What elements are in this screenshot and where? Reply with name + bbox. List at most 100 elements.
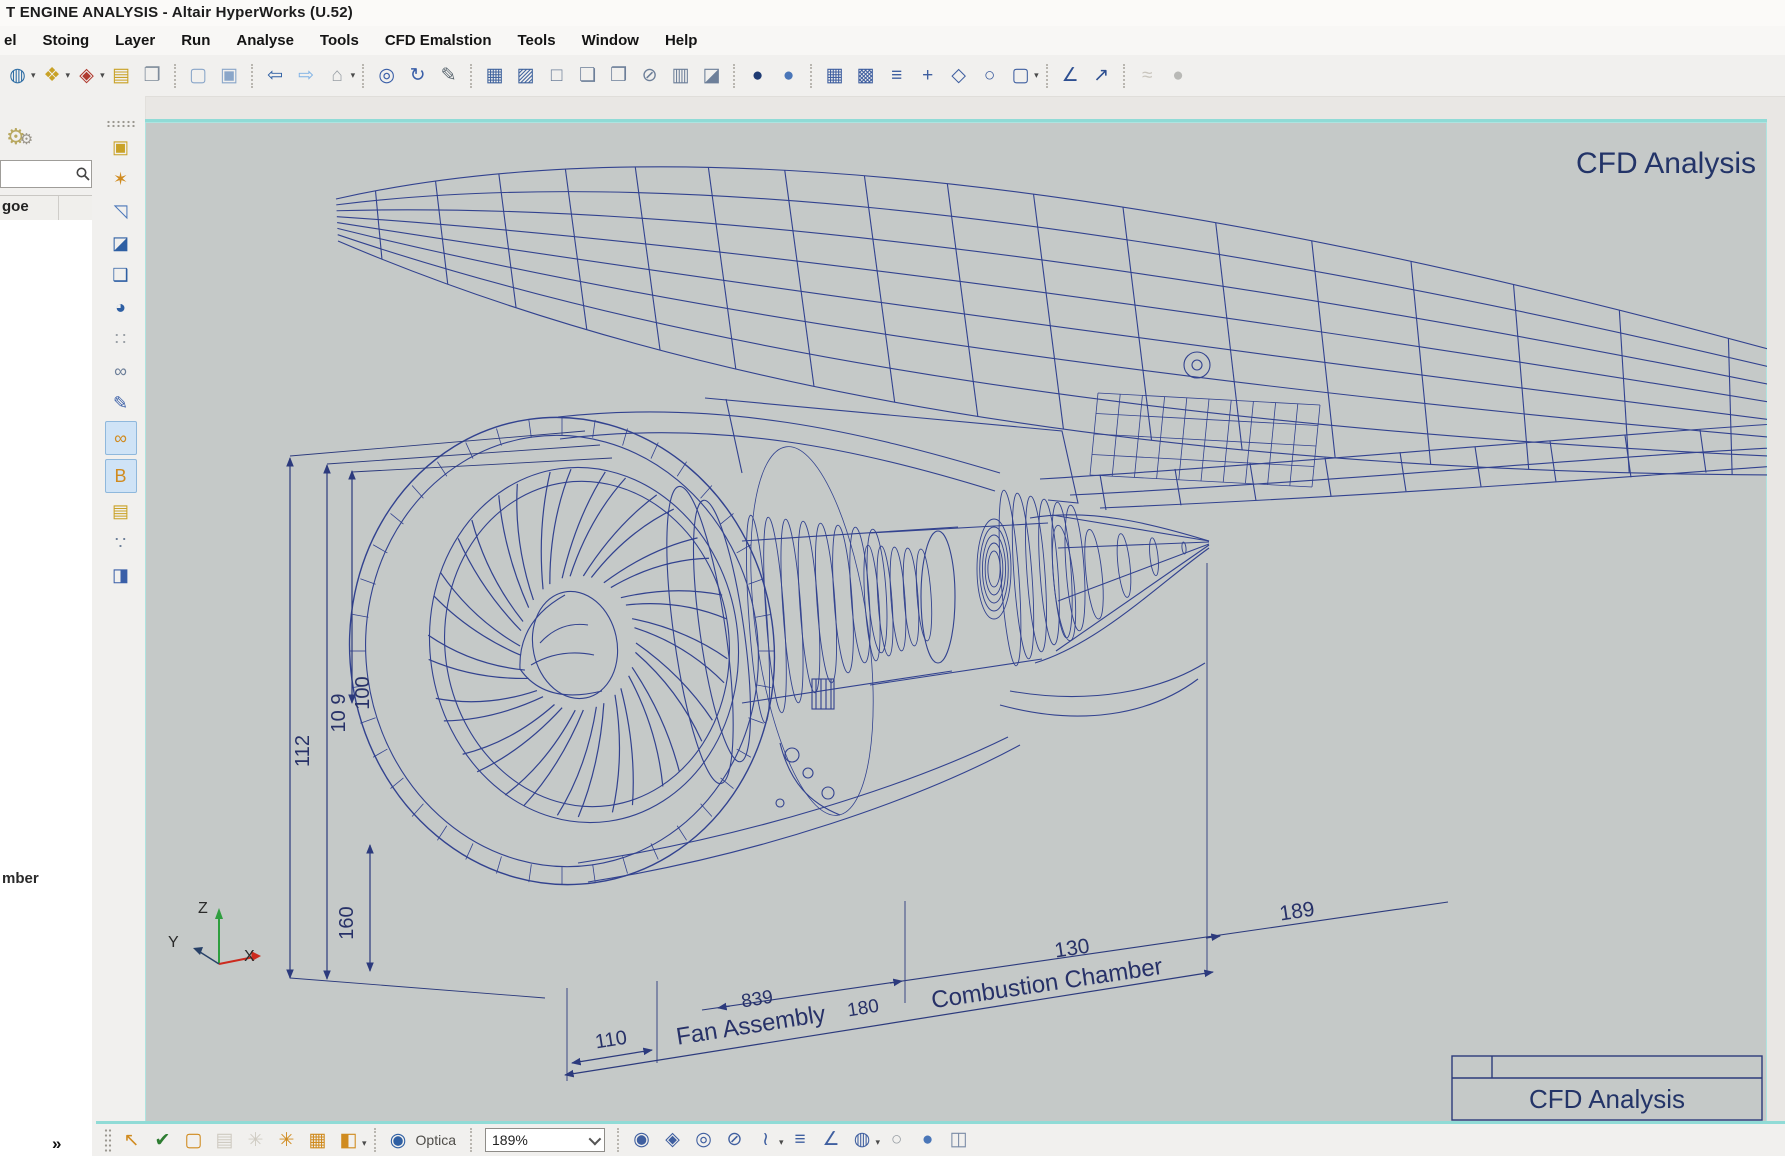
probe-pen-tool-icon[interactable]: ✎ bbox=[106, 388, 136, 418]
options-icon[interactable]: ◉ bbox=[385, 1127, 412, 1154]
scatter-parts-tool-icon[interactable]: ∵ bbox=[106, 528, 136, 558]
forward-button-icon[interactable]: ⇨ bbox=[293, 62, 320, 89]
bucket-tool-icon[interactable]: ◧ bbox=[335, 1127, 362, 1154]
menu-layer[interactable]: Layer bbox=[102, 32, 168, 49]
menu-el[interactable]: el bbox=[0, 32, 30, 49]
polyline-tool-icon[interactable]: ≀ bbox=[752, 1126, 779, 1153]
menu-stoing[interactable]: Stoing bbox=[30, 32, 103, 49]
sketch-pen-button-icon[interactable]: ✎ bbox=[435, 62, 462, 89]
diamond-axes-button-icon[interactable]: ◇ bbox=[945, 62, 972, 89]
plane-outline-tool-icon[interactable]: ◹ bbox=[106, 196, 136, 226]
dropdown-caret-icon[interactable]: ▾ bbox=[66, 70, 71, 81]
back-button-icon[interactable]: ⇦ bbox=[262, 62, 289, 89]
select-check-tool-icon[interactable]: ✔ bbox=[149, 1127, 176, 1154]
ellipse-gray-tool-icon[interactable]: ○ bbox=[883, 1127, 910, 1154]
menu-cfd-emalstion[interactable]: CFD Emalstion bbox=[372, 32, 505, 49]
menu-help[interactable]: Help bbox=[652, 32, 711, 49]
menu-analyse[interactable]: Analyse bbox=[223, 32, 307, 49]
tree-header[interactable]: goe bbox=[0, 195, 92, 221]
dropdown-caret-icon[interactable]: ▾ bbox=[876, 1137, 881, 1147]
plane-filled-tool-icon[interactable]: ◪ bbox=[106, 228, 136, 258]
selected-tool-highlight[interactable]: B bbox=[105, 459, 137, 493]
solid-create-button-icon[interactable]: □ bbox=[543, 62, 570, 89]
toolbar-grip[interactable] bbox=[106, 120, 136, 127]
copy-solid-button-icon[interactable]: ▥ bbox=[667, 62, 694, 89]
zoom-tool-button-icon[interactable]: ◎ bbox=[373, 62, 400, 89]
orbit-tool-button-icon[interactable]: ↻ bbox=[404, 62, 431, 89]
cylinder-tool-icon[interactable]: ◫ bbox=[945, 1126, 972, 1153]
menu-teols[interactable]: Teols bbox=[505, 32, 569, 49]
vector-field-button-icon[interactable]: ≡ bbox=[883, 62, 910, 89]
globe-render-tool-icon[interactable]: ◍ bbox=[849, 1126, 876, 1153]
trim-solid-button-icon[interactable]: ◪ bbox=[698, 62, 725, 89]
tree-list[interactable]: mber » bbox=[0, 220, 92, 1156]
measure-angle-button-icon[interactable]: ∠ bbox=[1057, 62, 1084, 89]
dropdown-caret-icon[interactable]: ▾ bbox=[779, 1137, 784, 1147]
archive-box-tool-icon[interactable]: ▦ bbox=[304, 1127, 331, 1154]
mesh-edit-button-icon[interactable]: ▨ bbox=[512, 62, 539, 89]
axis-cross-button-icon[interactable]: + bbox=[914, 62, 941, 89]
dropdown-caret-icon[interactable]: ▾ bbox=[31, 70, 36, 81]
search-box[interactable] bbox=[0, 160, 92, 188]
ghost-tool-button-icon[interactable]: ≈ bbox=[1134, 62, 1161, 89]
film-grid-tool-icon[interactable]: ▤ bbox=[106, 496, 136, 526]
stack-list-tool-icon[interactable]: ≡ bbox=[787, 1127, 814, 1154]
pan-hand-tool-icon[interactable]: ✳ bbox=[242, 1127, 269, 1154]
render-sphere-button-icon[interactable]: ● bbox=[1165, 62, 1192, 89]
screenshot-button-icon[interactable]: ▤ bbox=[108, 62, 135, 89]
clipboard-tool-icon[interactable]: ▤ bbox=[211, 1127, 238, 1154]
search-icon[interactable] bbox=[75, 166, 91, 182]
solid-check-button-icon[interactable]: ⊘ bbox=[636, 62, 663, 89]
node-numbers-button-icon[interactable]: ▩ bbox=[852, 62, 879, 89]
menu-run[interactable]: Run bbox=[168, 32, 223, 49]
toolbar-grip[interactable] bbox=[104, 1128, 112, 1152]
open-file-button-icon[interactable]: ▢ bbox=[185, 62, 212, 89]
beam-bd-tool-icon[interactable]: B bbox=[106, 461, 136, 491]
viewport-canvas[interactable]: 112 10 9 100 160 110 839 180 Fan Assembl… bbox=[145, 119, 1767, 1127]
sphere-blue-button-icon[interactable]: ● bbox=[775, 62, 802, 89]
tree-item-partial[interactable]: mber bbox=[2, 870, 39, 887]
search-input[interactable] bbox=[1, 167, 75, 182]
zoom-level-combobox[interactable]: 189% bbox=[485, 1128, 605, 1152]
selection-box-button-icon[interactable]: ▢ bbox=[1007, 62, 1034, 89]
mesh-doc-button-icon[interactable]: ▦ bbox=[481, 62, 508, 89]
panel-overflow-button[interactable]: » bbox=[52, 1134, 61, 1154]
select-arrow-tool-icon[interactable]: ↖ bbox=[118, 1127, 145, 1154]
node-network-tool-icon[interactable]: ✶ bbox=[106, 164, 136, 194]
window-capture-button-icon[interactable]: ❐ bbox=[139, 62, 166, 89]
surface-book-tool-icon[interactable]: ❑ bbox=[106, 260, 136, 290]
axis-sphere-tool-icon[interactable]: ◈ bbox=[659, 1126, 686, 1153]
menu-tools[interactable]: Tools bbox=[307, 32, 372, 49]
export-model-button-icon[interactable]: ❖ bbox=[39, 62, 66, 89]
connector-chain-tool-icon[interactable]: ∞ bbox=[106, 423, 136, 453]
target-circle-tool-icon[interactable]: ◎ bbox=[690, 1126, 717, 1153]
display-panel-tool-icon[interactable]: ▣ bbox=[106, 132, 136, 162]
folder-export-tool-icon[interactable]: ▢ bbox=[180, 1127, 207, 1154]
import-globe-button-icon[interactable]: ◍ bbox=[4, 62, 31, 89]
solid-stack-button-icon[interactable]: ❏ bbox=[574, 62, 601, 89]
link-chain-tool-icon[interactable]: ∞ bbox=[106, 356, 136, 386]
wireframe-drawing[interactable]: 112 10 9 100 160 110 839 180 Fan Assembl… bbox=[145, 122, 1767, 1127]
menu-window[interactable]: Window bbox=[569, 32, 652, 49]
solid-save-button-icon[interactable]: ❒ bbox=[605, 62, 632, 89]
dropdown-caret-icon[interactable]: ▾ bbox=[351, 70, 356, 81]
chevron-down-icon[interactable] bbox=[589, 1132, 602, 1145]
selected-tool-highlight[interactable]: ∞ bbox=[105, 421, 137, 455]
dropdown-caret-icon[interactable]: ▾ bbox=[1034, 70, 1039, 81]
tree-header-label[interactable]: goe bbox=[0, 196, 59, 220]
publish-globe-button-icon[interactable]: ◈ bbox=[73, 62, 100, 89]
constraint-dots-tool-icon[interactable]: ∷ bbox=[106, 324, 136, 354]
no-render-tool-icon[interactable]: ⊘ bbox=[721, 1126, 748, 1153]
sphere-shaded-tool-icon[interactable]: ● bbox=[914, 1127, 941, 1154]
sphere-section-tool-icon[interactable]: ◕ bbox=[106, 292, 136, 322]
grid-display-button-icon[interactable]: ▦ bbox=[821, 62, 848, 89]
home-button-icon[interactable]: ⌂ bbox=[324, 62, 351, 89]
sphere-dark-button-icon[interactable]: ● bbox=[744, 62, 771, 89]
grab-hand-tool-icon[interactable]: ✳ bbox=[273, 1127, 300, 1154]
angle-measure-tool-icon[interactable]: ∠ bbox=[818, 1126, 845, 1153]
vector-arrow-button-icon[interactable]: ↗ bbox=[1088, 62, 1115, 89]
save-button-icon[interactable]: ▣ bbox=[216, 62, 243, 89]
box-part-tool-icon[interactable]: ◨ bbox=[106, 560, 136, 590]
snap-hex-tool-icon[interactable]: ◉ bbox=[628, 1126, 655, 1153]
ellipse-tool-button-icon[interactable]: ○ bbox=[976, 62, 1003, 89]
